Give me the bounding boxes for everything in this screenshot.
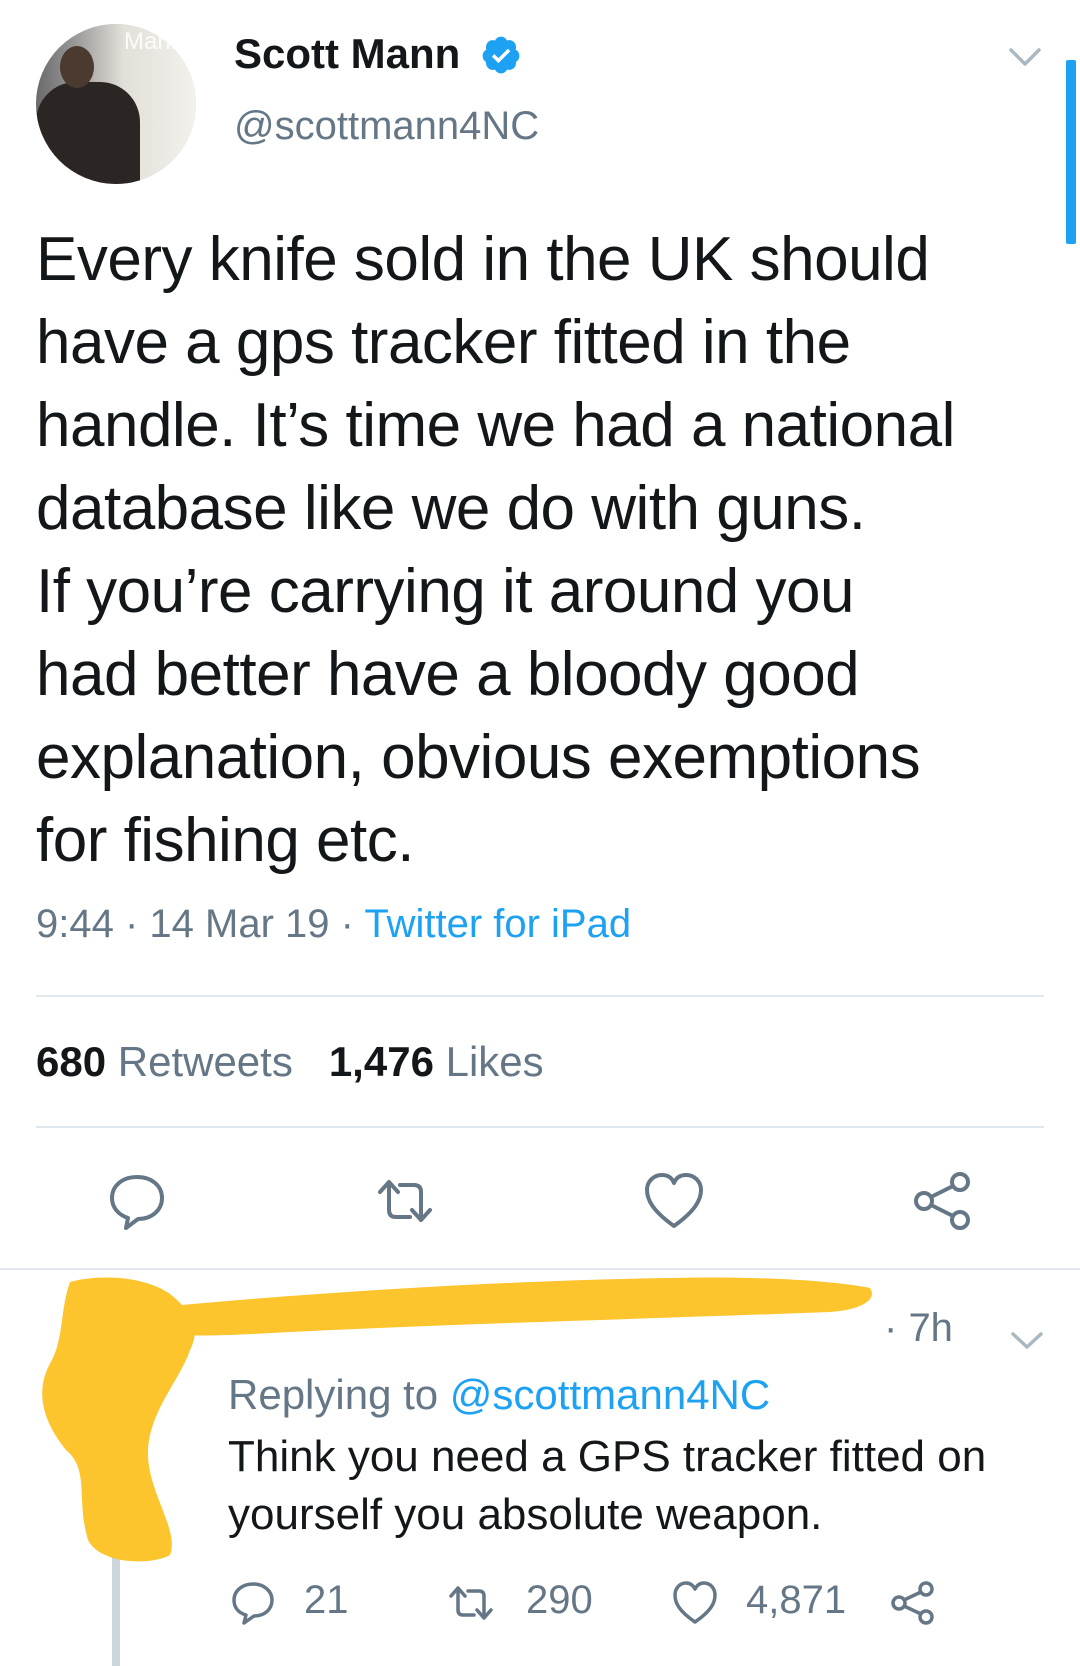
- verified-badge-icon: [482, 36, 520, 74]
- chevron-down-icon[interactable]: [1010, 1330, 1044, 1352]
- like-icon[interactable]: [670, 1578, 720, 1628]
- reply-time[interactable]: · 7h: [884, 1306, 953, 1351]
- divider: [36, 1126, 1044, 1128]
- replying-to: Replying to @scottmann4NC: [228, 1371, 770, 1419]
- tweet-text-line: for fishing etc.: [36, 806, 414, 875]
- reply-retweet-count: 290: [526, 1578, 593, 1622]
- tweet-source-link[interactable]: Twitter for iPad: [364, 902, 631, 946]
- replying-prefix: Replying to: [228, 1371, 439, 1418]
- tweet-text-line: If you’re carrying it around you: [36, 557, 854, 626]
- author-avatar[interactable]: Mann: [36, 24, 196, 184]
- reply-text-line: yourself you absolute weapon.: [228, 1490, 823, 1539]
- tweet-time[interactable]: 9:44: [36, 902, 114, 946]
- share-icon[interactable]: [910, 1168, 976, 1234]
- tweet-text-line: Every knife sold in the UK should: [36, 225, 930, 294]
- tweet-text-line: database like we do with guns.: [36, 474, 866, 543]
- tweet-text-line: handle. It’s time we had a national: [36, 391, 955, 460]
- divider: [36, 995, 1044, 997]
- retweet-icon[interactable]: [372, 1168, 438, 1234]
- tweet-text-line: had better have a bloody good: [36, 640, 860, 709]
- tweet-stats: 680 Retweets 1,476 Likes: [36, 1038, 544, 1086]
- reply-text: Think you need a GPS tracker fitted on y…: [228, 1428, 1028, 1544]
- retweet-label: Retweets: [117, 1038, 293, 1085]
- avatar-banner-text: Mann: [124, 28, 185, 55]
- reply-icon[interactable]: [228, 1578, 278, 1628]
- like-icon[interactable]: [641, 1168, 707, 1234]
- tweet-date[interactable]: 14 Mar 19: [149, 902, 329, 946]
- tweet-text-line: explanation, obvious exemptions: [36, 723, 921, 792]
- reply-text-line: Think you need a GPS tracker fitted on: [228, 1432, 987, 1481]
- scrollbar[interactable]: [1066, 60, 1076, 244]
- share-icon[interactable]: [888, 1578, 938, 1628]
- tweet-text: Every knife sold in the UK should have a…: [36, 218, 1046, 882]
- reply-like-count: 4,871: [746, 1578, 847, 1622]
- author-handle[interactable]: @scottmann4NC: [234, 104, 539, 149]
- like-label: Likes: [445, 1038, 544, 1085]
- likes-stat[interactable]: 1,476 Likes: [329, 1038, 544, 1085]
- retweet-icon[interactable]: [446, 1578, 496, 1628]
- replying-mention-link[interactable]: @scottmann4NC: [450, 1371, 770, 1418]
- retweet-count: 680: [36, 1038, 107, 1085]
- chevron-down-icon[interactable]: [1008, 46, 1042, 70]
- author-name[interactable]: Scott Mann: [234, 30, 460, 78]
- reply-count: 21: [304, 1578, 349, 1622]
- reply-time-value: 7h: [908, 1306, 953, 1350]
- reply-icon[interactable]: [104, 1168, 170, 1234]
- retweets-stat[interactable]: 680 Retweets: [36, 1038, 293, 1085]
- like-count: 1,476: [328, 1038, 434, 1085]
- tweet-metadata: 9:44 · 14 Mar 19 · Twitter for iPad: [36, 902, 632, 946]
- tweet-text-line: have a gps tracker fitted in the: [36, 308, 851, 377]
